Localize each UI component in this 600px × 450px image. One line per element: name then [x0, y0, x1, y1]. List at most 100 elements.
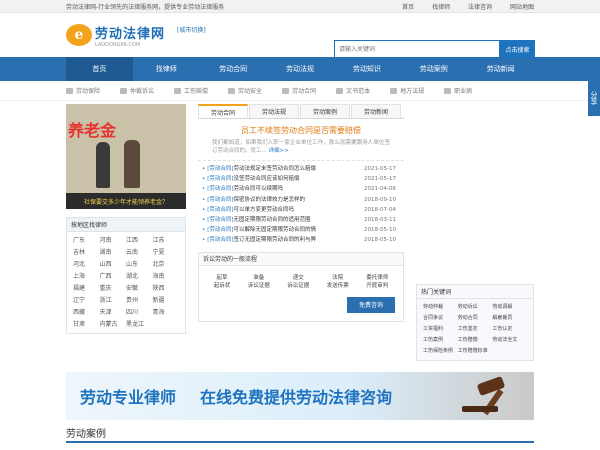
hot-keyword-link[interactable]: 工伤鉴定 [458, 325, 493, 334]
subnav-contract[interactable]: 劳动合同 [282, 86, 316, 95]
region-city-link[interactable]: 甘肃 [73, 320, 100, 329]
region-city-link[interactable]: 山东 [126, 260, 153, 269]
region-city-link[interactable]: 安徽 [126, 284, 153, 293]
subnav-injury[interactable]: 工伤赔偿 [174, 86, 208, 95]
news-item[interactable]: [劳动合同]劳动合同可以续期吗 2021-04-06 [198, 184, 404, 194]
news-item[interactable]: [劳动合同]签订无固定期限劳动合同的利与弊 2018-05-10 [198, 235, 404, 245]
news-tag[interactable]: [劳动合同] [207, 176, 233, 182]
region-city-link[interactable]: 福建 [73, 284, 100, 293]
hot-keyword-link[interactable]: 工伤保险条例 [423, 347, 458, 356]
news-title[interactable]: 劳动合同可以续期吗 [234, 186, 284, 192]
subnav-safety[interactable]: 劳动安全 [228, 86, 262, 95]
region-city-link[interactable]: 贵州 [126, 296, 153, 305]
region-city-link[interactable]: 北京 [153, 260, 180, 269]
hot-keyword-link[interactable]: 工伤案例 [423, 336, 458, 345]
nav-labor-law[interactable]: 劳动法规 [267, 57, 334, 81]
tab-labor-contract[interactable]: 劳动合同 [198, 104, 248, 118]
site-logo[interactable]: e 劳动法律网 LAODONG66.COM [66, 23, 165, 48]
pension-banner[interactable]: 养老金 社保要交多少年才能领养老金？ [66, 104, 186, 209]
hot-keyword-link[interactable]: 劳动仲裁 [423, 303, 458, 312]
subnav-occupational[interactable]: 职业病 [444, 86, 472, 95]
region-city-link[interactable]: 西藏 [73, 308, 100, 317]
region-city-link[interactable]: 海南 [153, 272, 180, 281]
top-link-sitemap[interactable]: 网站地图 [510, 4, 534, 11]
subnav-local-law[interactable]: 地方法规 [390, 86, 424, 95]
consult-ad-banner[interactable]: 劳动专业律师 在线免费提供劳动法律咨询 [66, 372, 534, 420]
region-city-link[interactable]: 辽宁 [73, 296, 100, 305]
tab-labor-cases[interactable]: 劳动案例 [300, 104, 350, 118]
hot-keyword-link[interactable]: 工伤赔偿 [458, 336, 493, 345]
news-title[interactable]: 签订无固定期限劳动合同的利与弊 [234, 237, 317, 243]
hot-keyword-link[interactable]: 工资福利 [423, 325, 458, 334]
region-city-link[interactable]: 湖南 [100, 248, 127, 257]
region-city-link[interactable]: 浙江 [100, 296, 127, 305]
hot-keyword-link[interactable]: 解雇裁员 [492, 314, 527, 323]
region-city-link[interactable]: 云南 [126, 248, 153, 257]
region-city-link[interactable]: 吉林 [73, 248, 100, 257]
hot-keyword-link[interactable]: 劳动法全文 [492, 336, 527, 345]
news-title[interactable]: 劳动法规定未签劳动合同怎么赔偿 [234, 166, 317, 172]
city-switch-link[interactable]: [城市切换] [177, 25, 206, 34]
nav-labor-contract[interactable]: 劳动合同 [200, 57, 267, 81]
news-title[interactable]: 可以单方变更劳动合同吗 [234, 207, 295, 213]
hot-keyword-link[interactable]: 合同争议 [423, 314, 458, 323]
free-consult-button[interactable]: 免费咨询 [347, 296, 395, 313]
news-item[interactable]: [劳动合同]可以解除无固定期限劳动合同的情 2018-05-10 [198, 225, 404, 235]
region-city-link[interactable]: 山西 [100, 260, 127, 269]
news-tag[interactable]: [劳动合同] [207, 217, 233, 223]
region-city-link[interactable]: 天津 [100, 308, 127, 317]
news-title[interactable]: 保密协议的法律效力是怎样的 [234, 197, 306, 203]
news-tag[interactable]: [劳动合同] [207, 227, 233, 233]
nav-labor-news[interactable]: 劳动新闻 [467, 57, 534, 81]
hot-keyword-link[interactable]: 工伤认定 [492, 325, 527, 334]
news-item[interactable]: [劳动合同]无固定期限劳动合同的适用范围 2018-03-11 [198, 215, 404, 225]
share-button[interactable]: 分享 [588, 80, 600, 116]
nav-labor-knowledge[interactable]: 劳动知识 [333, 57, 400, 81]
hot-keyword-link[interactable]: 工伤赔偿标准 [458, 347, 493, 356]
banner-caption[interactable]: 社保要交多少年才能领养老金？ [66, 193, 186, 209]
news-item[interactable]: [劳动合同]可以单方变更劳动合同吗 2018-07-04 [198, 205, 404, 215]
news-tag[interactable]: [劳动合同] [207, 207, 233, 213]
hot-keyword-link[interactable]: 劳动合同 [458, 314, 493, 323]
subnav-insurance[interactable]: 劳动保险 [66, 86, 100, 95]
region-city-link[interactable]: 江苏 [153, 236, 180, 245]
tab-labor-news[interactable]: 劳动新闻 [351, 104, 401, 118]
region-city-link[interactable]: 新疆 [153, 296, 180, 305]
region-city-link[interactable]: 陕西 [153, 284, 180, 293]
news-item[interactable]: [劳动合同]保密协议的法律效力是怎样的 2018-09-10 [198, 195, 404, 205]
nav-labor-cases[interactable]: 劳动案例 [400, 57, 467, 81]
search-button[interactable]: 点击搜索 [500, 40, 535, 58]
news-tag[interactable]: [劳动合同] [207, 237, 233, 243]
region-city-link[interactable]: 内蒙古 [100, 320, 127, 329]
top-link-find-lawyer[interactable]: 找律师 [432, 4, 450, 11]
hot-keyword-link[interactable]: 劳动调解 [492, 303, 527, 312]
headline-more-link[interactable]: 详细>> [269, 148, 289, 154]
region-city-link[interactable]: 宁夏 [153, 248, 180, 257]
region-city-link[interactable]: 广东 [73, 236, 100, 245]
region-city-link[interactable]: 广西 [100, 272, 127, 281]
news-tag[interactable]: [劳动合同] [207, 186, 233, 192]
region-city-link[interactable]: 四川 [126, 308, 153, 317]
region-city-link[interactable]: 上海 [73, 272, 100, 281]
region-city-link[interactable]: 青海 [153, 308, 180, 317]
headline-title[interactable]: 员工不续签劳动合同是否需要赔偿 [198, 125, 404, 136]
news-item[interactable]: [劳动合同]劳动法规定未签劳动合同怎么赔偿 2021-05-17 [198, 164, 404, 174]
news-item[interactable]: [劳动合同]没签劳动合同应该如何赔偿 2021-05-17 [198, 174, 404, 184]
top-link-consult[interactable]: 法律咨询 [468, 4, 492, 11]
subnav-templates[interactable]: 文书范本 [336, 86, 370, 95]
region-city-link[interactable]: 河南 [100, 236, 127, 245]
region-city-link[interactable]: 重庆 [100, 284, 127, 293]
news-tag[interactable]: [劳动合同] [207, 197, 233, 203]
nav-find-lawyer[interactable]: 找律师 [133, 57, 200, 81]
subnav-arbitration[interactable]: 仲裁诉讼 [120, 86, 154, 95]
nav-home[interactable]: 首页 [66, 57, 133, 81]
region-city-link[interactable]: 湖北 [126, 272, 153, 281]
news-title[interactable]: 没签劳动合同应该如何赔偿 [234, 176, 300, 182]
news-title[interactable]: 可以解除无固定期限劳动合同的情 [234, 227, 317, 233]
region-city-link[interactable]: 江西 [126, 236, 153, 245]
news-title[interactable]: 无固定期限劳动合同的适用范围 [234, 217, 311, 223]
top-link-home[interactable]: 首页 [402, 4, 414, 11]
news-tag[interactable]: [劳动合同] [207, 166, 233, 172]
search-input[interactable] [334, 40, 500, 58]
tab-labor-law[interactable]: 劳动法规 [249, 104, 299, 118]
